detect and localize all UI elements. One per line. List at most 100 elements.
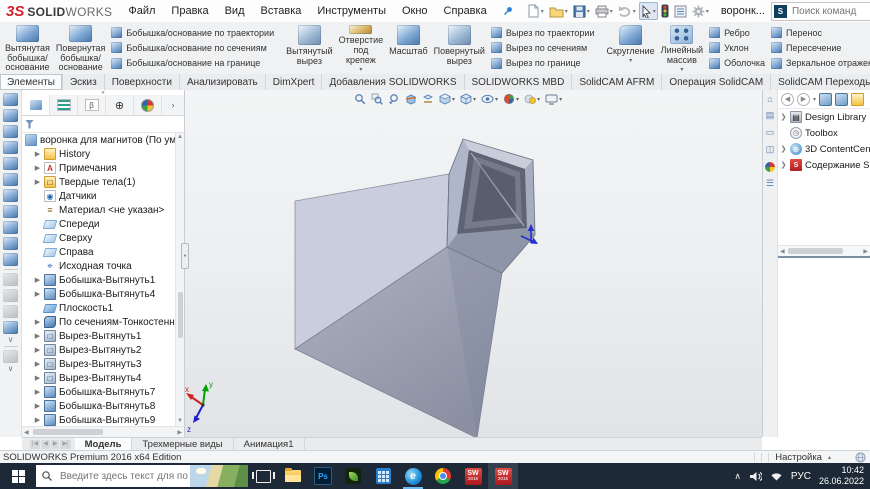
ribbon-tab-6[interactable]: SOLIDWORKS MBD [465,74,573,90]
tree-item-16[interactable]: ▶□Вырез-Вытянуть4 [22,371,175,385]
left-toolbar-icon[interactable] [3,221,18,234]
ribbon-tab-1[interactable]: Эскиз [63,74,105,90]
scroll-up-icon[interactable]: ▲ [177,133,183,142]
open-document-button[interactable]: ▾ [547,2,570,20]
left-toolbar-icon[interactable] [3,253,18,266]
task-pane-item-3[interactable]: ❯SСодержание SOLIDW [778,157,870,173]
tree-item-7[interactable]: Справа [22,245,175,259]
left-toolbar-icon[interactable] [3,125,18,138]
custom-properties-tab-icon[interactable]: ☰ [765,178,776,189]
expand-arrow-icon[interactable]: ▶ [34,374,41,382]
tree-item-13[interactable]: ▶□Вырез-Вытянуть1 [22,329,175,343]
select-cursor-button[interactable]: ▾ [639,2,658,20]
left-toolbar-icon[interactable] [3,237,18,250]
hide-show-items-button[interactable]: ▾ [480,93,499,105]
next-tab-icon[interactable]: ▶ [51,440,60,449]
expand-arrow-icon[interactable]: ▶ [34,164,41,172]
edit-appearance-button[interactable]: ▾ [502,92,520,106]
left-toolbar-icon[interactable] [3,205,18,218]
task-view-taskbar-icon[interactable] [248,463,278,489]
taskbar-search[interactable] [36,465,248,487]
solidworks-1-taskbar-icon[interactable]: SW2016 [458,463,488,489]
help-globe-icon[interactable] [855,452,866,463]
sketch-view-button[interactable] [421,92,435,106]
display-style-button[interactable]: ▾ [459,92,477,106]
scroll-left-icon[interactable]: ◀ [778,248,787,255]
expand-arrow-icon[interactable]: ▶ [34,332,41,340]
scroll-right-icon[interactable]: ▶ [175,429,184,436]
prev-tab-icon[interactable]: ◀ [41,440,50,449]
zoom-area-button[interactable] [370,92,384,106]
tree-item-15[interactable]: ▶□Вырез-Вытянуть3 [22,357,175,371]
scroll-down-icon[interactable]: ▼ [177,417,183,426]
tree-item-1[interactable]: ▶AПримечания [22,161,175,175]
expand-arrow-icon[interactable]: ▶ [34,290,41,298]
add-file-location-icon[interactable] [835,93,848,106]
panel-splitter-handle[interactable]: ● [181,243,189,269]
expand-arrow-icon[interactable]: ❯ [780,145,787,153]
toolbar-chevron-icon[interactable]: ∨ [8,337,14,343]
left-toolbar-icon[interactable] [3,93,18,106]
rebuild-button[interactable] [659,2,671,20]
tab-displaymanager[interactable] [134,95,162,115]
ribbon-stack-item[interactable]: Бобышка/основание по сечениям [111,42,274,53]
print-button[interactable]: ▾ [593,2,615,20]
ribbon-tab-5[interactable]: Добавления SOLIDWORKS [322,74,464,90]
task-pane-item-1[interactable]: ◷Toolbox [778,125,870,141]
solidworks-2-taskbar-icon[interactable]: SW2016 [488,463,518,489]
start-button[interactable] [0,463,36,489]
ribbon-tab-3[interactable]: Анализировать [180,74,266,90]
tree-item-6[interactable]: Сверху [22,231,175,245]
tabs-more-chevron[interactable]: › [162,95,184,115]
document-name[interactable]: воронк... [721,5,765,17]
command-search-input[interactable] [790,5,870,18]
scroll-right-icon[interactable]: ▶ [861,248,870,255]
ribbon-tab-9[interactable]: SolidCAM Переходы [771,74,870,90]
undo-button[interactable]: ▾ [616,2,638,20]
command-search[interactable]: S ▾ [771,2,870,21]
tab-configurationmanager[interactable]: β [78,95,106,115]
left-toolbar-icon[interactable] [3,157,18,170]
doc-tab-1[interactable]: Трехмерные виды [132,438,233,450]
tree-item-18[interactable]: ▶Бобышка-Вытянуть8 [22,399,175,413]
doc-tab-2[interactable]: Анимация1 [234,438,305,450]
expand-arrow-icon[interactable]: ▶ [34,178,41,186]
appearances-tab-icon[interactable] [765,161,776,172]
language-indicator[interactable]: РУС [791,471,811,482]
options-gear-button[interactable]: ▾ [690,2,711,20]
ribbon-stack-item[interactable]: Вырез по границе [491,58,595,69]
feature-tree-root[interactable]: воронка для магнитов (По умолчани [22,133,175,147]
linear-pattern-button[interactable]: Линейный массив▾ [658,23,706,73]
last-tab-icon[interactable]: ▶| [60,440,70,449]
tree-item-3[interactable]: ◉Датчики [22,189,175,203]
scroll-left-icon[interactable]: ◀ [22,429,31,436]
menubar-item-1[interactable]: Правка [163,0,216,22]
tree-item-9[interactable]: ▶Бобышка-Вытянуть1 [22,273,175,287]
tab-propertymanager[interactable] [50,95,78,115]
menubar-item-3[interactable]: Вставка [253,0,310,22]
tab-featuremanager[interactable] [22,95,50,115]
expand-arrow-icon[interactable]: ▶ [34,318,41,326]
tree-horizontal-scrollbar[interactable]: ◀ ▶ [22,426,184,437]
toolbar-chevron-icon[interactable]: ∨ [8,366,14,372]
left-toolbar-icon[interactable] [3,109,18,122]
left-toolbar-icon[interactable] [3,321,18,334]
extrude-boss-button[interactable]: Вытянутая бобышка/основание [2,23,53,73]
revolve-boss-button[interactable]: Повернутая бобышка/основание [53,23,109,73]
back-icon[interactable]: ◀ [781,93,794,106]
view-settings-button[interactable]: ▾ [544,93,563,106]
graphics-viewport[interactable]: ▾▾▾▾▾▾ [185,90,762,437]
scroll-thumb[interactable] [178,292,183,338]
ribbon-stack-item[interactable]: Ребро [709,27,765,38]
tree-item-14[interactable]: ▶□Вырез-Вытянуть2 [22,343,175,357]
new-document-button[interactable]: ▾ [525,2,546,20]
customize-label[interactable]: Настройка [775,452,822,463]
extrude-cut-button[interactable]: Вытянутый вырез [283,23,336,73]
ribbon-tab-8[interactable]: Операция SolidCAM [662,74,771,90]
file-explorer-taskbar-icon[interactable] [278,463,308,489]
left-toolbar-icon[interactable] [3,289,18,302]
ribbon-stack-item[interactable]: Пересечение [771,42,870,53]
forward-icon[interactable]: ▶ [797,93,810,106]
expand-arrow-icon[interactable]: ▶ [34,402,41,410]
tree-item-12[interactable]: ▶По сечениям-Тонкостенный1 [22,315,175,329]
